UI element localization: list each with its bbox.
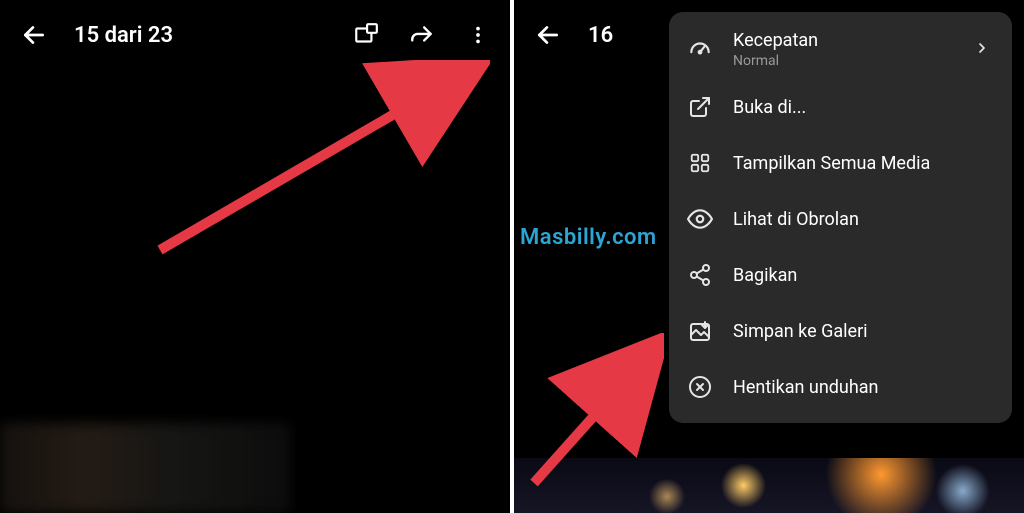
save-gallery-icon: [687, 318, 713, 344]
menu-share[interactable]: Bagikan: [669, 247, 1012, 303]
more-vert-icon: [467, 24, 489, 46]
forward-icon: [409, 22, 435, 48]
menu-open-in-label: Buka di...: [733, 97, 994, 118]
menu-save-label: Simpan ke Galeri: [733, 321, 994, 342]
cancel-icon: [687, 374, 713, 400]
open-external-icon: [687, 94, 713, 120]
pip-button[interactable]: [352, 21, 380, 49]
forward-button[interactable]: [408, 21, 436, 49]
menu-stop-label: Hentikan unduhan: [733, 377, 994, 398]
context-menu: Kecepatan Normal Buka di...: [669, 12, 1012, 423]
chevron-right-icon: [974, 40, 994, 60]
eye-icon: [687, 206, 713, 232]
back-button[interactable]: [532, 19, 564, 51]
menu-view-chat-label: Lihat di Obrolan: [733, 209, 994, 230]
left-screenshot: 15 dari 23: [0, 0, 510, 513]
menu-show-all-label: Tampilkan Semua Media: [733, 153, 994, 174]
right-screenshot: 16 Masbilly.com Kecepatan Normal: [514, 0, 1024, 513]
more-button[interactable]: [464, 21, 492, 49]
back-arrow-icon: [535, 22, 561, 48]
video-preview-blur: [0, 423, 290, 513]
menu-speed-value: Normal: [733, 53, 954, 69]
topbar-left: 15 dari 23: [0, 0, 510, 70]
back-arrow-icon: [21, 22, 47, 48]
annotation-arrow-left: [150, 60, 490, 260]
menu-share-label: Bagikan: [733, 265, 994, 286]
menu-stop-download[interactable]: Hentikan unduhan: [669, 359, 1012, 415]
menu-save-gallery[interactable]: Simpan ke Galeri: [669, 303, 1012, 359]
menu-view-chat[interactable]: Lihat di Obrolan: [669, 191, 1012, 247]
menu-show-all[interactable]: Tampilkan Semua Media: [669, 135, 1012, 191]
menu-open-in[interactable]: Buka di...: [669, 79, 1012, 135]
grid-icon: [687, 150, 713, 176]
menu-speed-text: Kecepatan Normal: [733, 30, 954, 69]
media-counter: 15 dari 23: [74, 23, 352, 48]
topbar-actions: [352, 21, 492, 49]
pip-icon: [353, 22, 379, 48]
menu-speed[interactable]: Kecepatan Normal: [669, 20, 1012, 79]
watermark-text: Masbilly.com: [520, 225, 657, 250]
video-preview-night: [514, 458, 1024, 513]
back-button[interactable]: [18, 19, 50, 51]
menu-speed-label: Kecepatan: [733, 30, 954, 51]
share-icon: [687, 262, 713, 288]
speed-icon: [687, 37, 713, 63]
